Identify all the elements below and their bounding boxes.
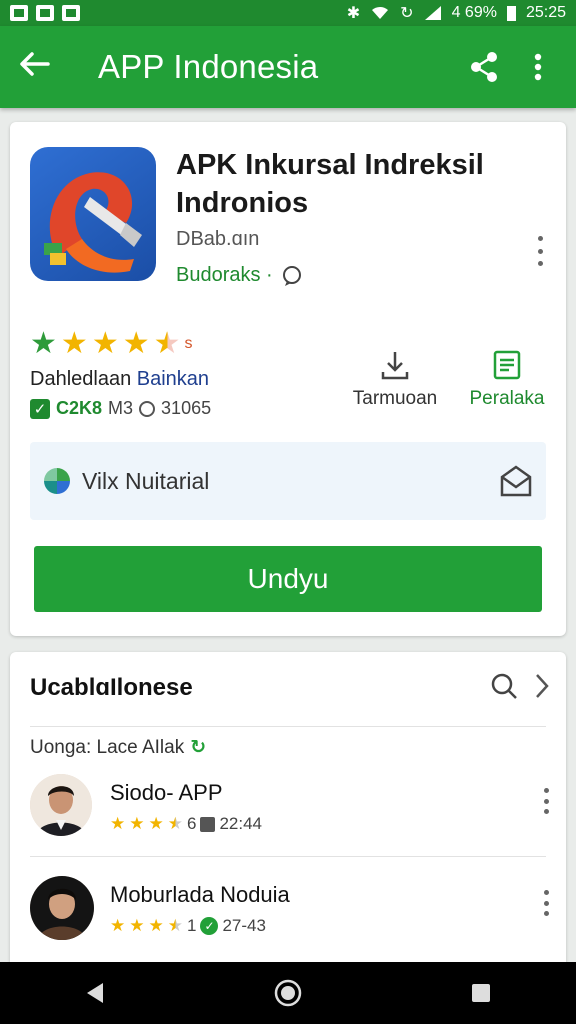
developer-link-label: Budoraks · — [176, 264, 273, 286]
section-subtitle: Uonga: Lace AIlak ↻ — [30, 736, 206, 759]
search-icon[interactable] — [490, 672, 518, 700]
list-item-title: Siodo- APP — [110, 780, 223, 805]
status-notification-icons — [10, 5, 80, 21]
app-size-unit: M3 — [108, 398, 134, 418]
verified-check-icon: ✓ — [200, 917, 219, 935]
verified-check-icon: ✓ — [30, 398, 50, 419]
star-icon: ★ — [30, 327, 57, 360]
navigation-bar — [0, 962, 576, 1024]
mail-check-icon[interactable] — [498, 463, 534, 499]
list-item-mark: 1 — [187, 916, 197, 935]
section-title: UcablɑIlonese — [30, 674, 193, 701]
pinwheel-icon — [44, 468, 70, 494]
status-bar: ✱ ↻ 4 69% 25:25 — [0, 0, 576, 26]
chat-bubble-icon — [282, 265, 301, 286]
calendar-icon — [200, 816, 216, 832]
star-icon: ★ — [129, 916, 145, 935]
avatar — [30, 774, 92, 836]
list-item-meta: ★ ★ ★ ★ 6 22:44 — [110, 814, 262, 834]
feature-text: Vilx Nuitarial — [82, 467, 210, 494]
star-icon: ★ — [110, 814, 126, 833]
download-icon — [340, 342, 450, 388]
rating-suffix: s — [184, 334, 193, 352]
app-title: APK Inkursal Indreksil Indronios — [176, 149, 484, 219]
app-logo-icon — [30, 147, 156, 281]
developer-link[interactable]: Budoraks · — [176, 264, 303, 287]
share-icon[interactable] — [464, 47, 504, 87]
status-system-icons: ✱ ↻ 4 69% 25:25 — [347, 3, 566, 23]
star-icon: ★ — [148, 814, 164, 833]
wifi-icon — [372, 6, 389, 19]
gallery-notification-icon — [62, 5, 80, 21]
list-item-count: 22:44 — [219, 814, 263, 833]
refresh-icon[interactable]: ↻ — [190, 736, 206, 759]
bluetooth-icon: ✱ — [346, 5, 361, 22]
star-half-icon: ★ — [167, 814, 183, 833]
download-count: 31065 — [161, 398, 212, 418]
app-meta-row: ✓ C2K8 M3 31065 — [30, 398, 211, 419]
rating-label-b[interactable]: Bainkan — [137, 368, 209, 390]
nav-back-icon[interactable] — [83, 980, 107, 1006]
app-size: C2K8 — [56, 398, 103, 418]
list-item[interactable]: Moburlada Noduia ★ ★ ★ ★ 1 ✓ 27-43 — [10, 872, 566, 972]
star-half-icon: ★ — [153, 327, 181, 360]
clock: 25:25 — [525, 4, 566, 21]
chevron-right-icon[interactable] — [534, 672, 550, 700]
list-item-more-icon[interactable] — [536, 788, 556, 814]
list-item[interactable]: Siodo- APP ★ ★ ★ ★ 6 22:44 — [10, 770, 566, 870]
list-item-mark: 6 — [187, 814, 197, 833]
download-action-label: Tarmuoan — [352, 388, 438, 409]
notification-icon — [36, 5, 54, 21]
rating-label-a: Dahledlaan — [30, 368, 132, 390]
signal-icon — [424, 6, 441, 20]
list-item-count: 27-43 — [222, 916, 266, 935]
install-button[interactable]: Undyu — [34, 546, 542, 612]
app-more-menu-icon[interactable] — [530, 236, 550, 266]
section-divider — [30, 726, 546, 727]
app-rating-stars: ★ ★ ★ ★ ★ s — [30, 326, 193, 361]
feature-strip[interactable]: Vilx Nuitarial — [30, 442, 546, 520]
star-icon: ★ — [129, 814, 145, 833]
battery-icon — [506, 5, 516, 21]
back-arrow-icon[interactable] — [18, 50, 64, 84]
star-icon: ★ — [148, 916, 164, 935]
app-bar-title: APP Indonesia — [98, 48, 319, 85]
details-action[interactable]: Peralaka — [452, 342, 562, 410]
battery-percent: 4 69% — [451, 4, 497, 21]
nav-recents-icon[interactable] — [469, 981, 493, 1005]
notification-icon — [10, 5, 28, 21]
section-subtitle-text: Uonga: Lace AIlak — [30, 736, 185, 758]
avatar — [30, 876, 94, 940]
star-icon: ★ — [122, 327, 150, 360]
star-icon: ★ — [110, 916, 126, 935]
list-item-meta: ★ ★ ★ ★ 1 ✓ 27-43 — [110, 916, 266, 936]
details-action-label: Peralaka — [469, 388, 545, 409]
sync-icon: ↻ — [400, 5, 414, 22]
document-icon — [452, 342, 562, 388]
download-action[interactable]: Tarmuoan — [340, 342, 450, 410]
list-item-more-icon[interactable] — [536, 890, 556, 916]
section-actions — [490, 672, 550, 700]
download-count-icon — [139, 400, 156, 417]
rating-label: Dahledlaan Bainkan — [30, 368, 209, 391]
app-bar: APP Indonesia — [0, 26, 576, 108]
app-detail-card: APK Inkursal Indreksil Indronios DBab.ɑı… — [10, 122, 566, 636]
star-icon: ★ — [91, 327, 119, 360]
more-vert-icon[interactable] — [518, 47, 558, 87]
list-divider — [30, 856, 546, 857]
star-half-icon: ★ — [167, 916, 183, 935]
developer-name[interactable]: DBab.ɑın — [176, 228, 259, 251]
star-icon: ★ — [60, 327, 88, 360]
related-section-card: UcablɑIlonese Uonga: Lace AIlak ↻ Siodo-… — [10, 652, 566, 972]
nav-home-icon[interactable] — [273, 978, 303, 1008]
list-item-title: Moburlada Noduia — [110, 882, 290, 907]
